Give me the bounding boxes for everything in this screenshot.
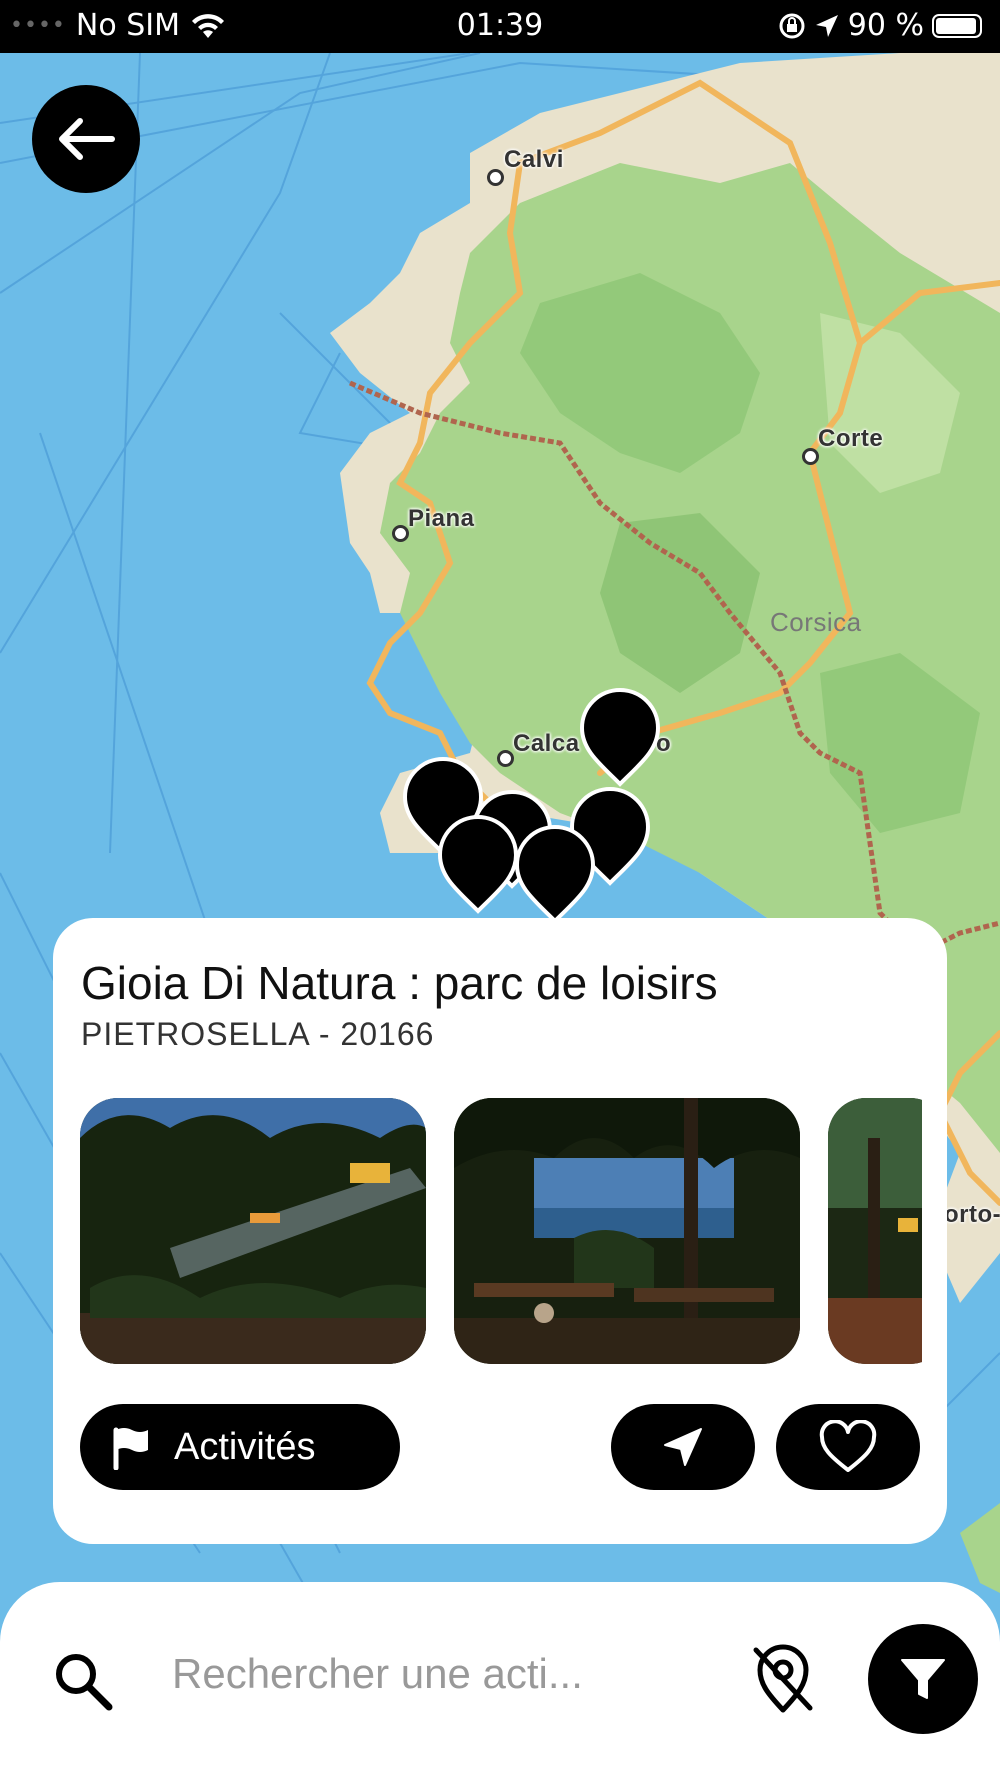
navigation-arrow-icon	[664, 1428, 702, 1466]
status-bar: •••• No SIM 01:39 90 %	[0, 0, 1000, 53]
calvi-dot	[487, 169, 504, 186]
location-off-icon[interactable]	[748, 1642, 818, 1716]
calvi-label: Calvi	[504, 146, 564, 173]
photo-thumbnail[interactable]	[828, 1098, 922, 1364]
corsica-region-label: Corsica	[770, 607, 862, 637]
directions-button[interactable]	[611, 1404, 755, 1490]
corte-dot	[802, 448, 819, 465]
filter-funnel-icon	[901, 1659, 945, 1699]
battery-percent: 90 %	[847, 8, 924, 43]
favorite-button[interactable]	[776, 1404, 920, 1490]
search-icon	[56, 1654, 113, 1711]
corte-label: Corte	[818, 425, 884, 452]
calcatoggio-label-tail: o	[656, 730, 672, 757]
heart-icon	[819, 1420, 877, 1472]
photo-thumbnail[interactable]	[454, 1098, 800, 1364]
location-arrow-icon	[815, 14, 838, 37]
flag-icon	[113, 1427, 148, 1470]
calcatoggio-label: Calca	[513, 730, 580, 757]
bottom-search-bar	[0, 1582, 1000, 1778]
piana-label: Piana	[408, 505, 475, 532]
piana-dot	[392, 525, 409, 542]
place-location: PIETROSELLA - 20166	[81, 1016, 435, 1052]
porto-label: orto-	[944, 1201, 1000, 1228]
activities-button[interactable]: Activités	[80, 1404, 400, 1490]
rotation-lock-icon	[779, 13, 805, 38]
search-input[interactable]	[170, 1638, 694, 1710]
photo-thumbnail[interactable]	[80, 1098, 426, 1364]
calcatoggio-dot	[497, 750, 514, 767]
place-detail-card[interactable]: Gioia Di Natura : parc de loisirs PIETRO…	[53, 918, 947, 1544]
filter-button[interactable]	[868, 1624, 978, 1734]
battery-icon	[932, 13, 982, 38]
arrow-left-icon	[59, 118, 115, 160]
photo-carousel[interactable]	[80, 1098, 922, 1364]
back-button[interactable]	[32, 85, 140, 193]
activities-label: Activités	[174, 1425, 316, 1468]
place-title: Gioia Di Natura : parc de loisirs	[81, 957, 718, 1009]
